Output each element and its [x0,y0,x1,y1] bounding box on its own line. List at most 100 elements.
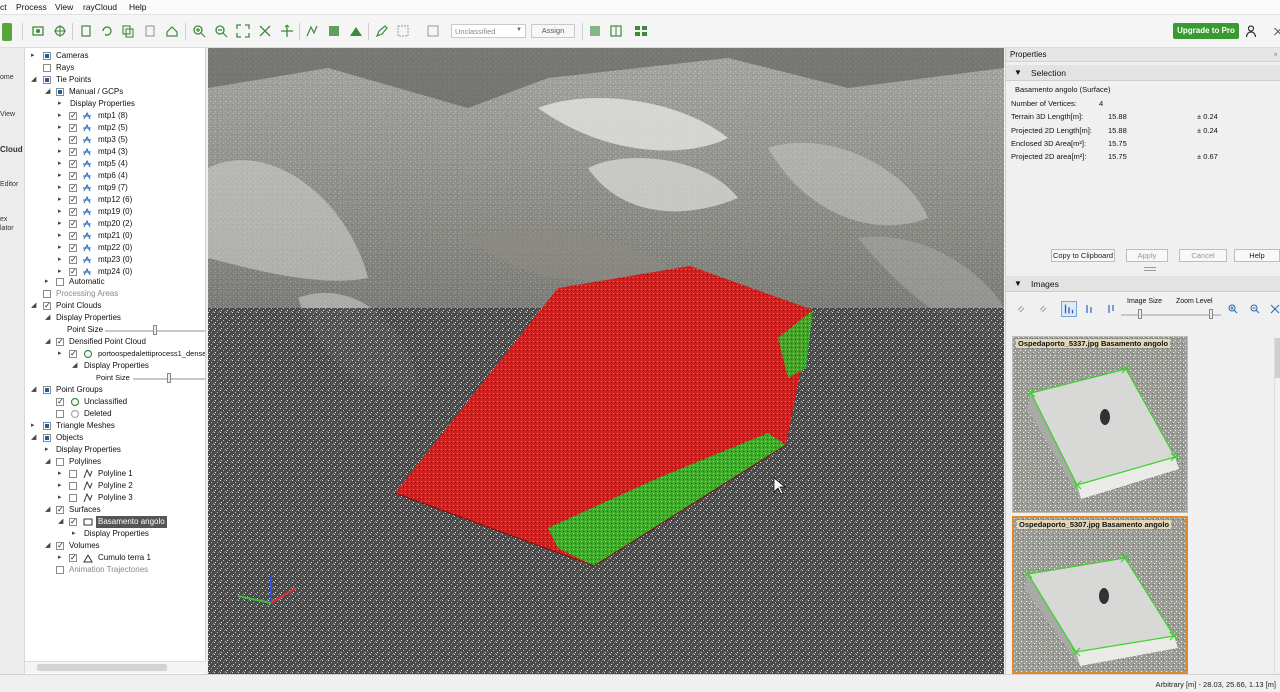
apply-button[interactable]: Apply [1126,249,1168,262]
3d-viewport[interactable] [208,48,1004,674]
class-box-icon[interactable] [426,24,440,38]
tree-row-surfaces[interactable]: ◢Surfaces [25,504,205,516]
tree-row-dense-file[interactable]: ▸ portoospedalettiprocess1_dense [25,348,205,360]
sort-descending-icon[interactable] [1106,304,1116,314]
menu-view[interactable]: View [55,2,73,12]
tree-row-surface-display-properties[interactable]: ▸ Display Properties [25,528,205,540]
zoom-in-icon[interactable] [192,24,206,38]
tree-row-cameras[interactable]: ▸ Cameras [25,50,205,62]
tree-row-mtp[interactable]: ▸mtp20 (2) [25,218,205,230]
point-size-slider-handle[interactable] [153,325,157,335]
assign-button[interactable]: Assign [531,24,575,38]
target-icon[interactable] [53,24,67,38]
point-class-select[interactable]: Unclassified ▼ [451,24,526,38]
upgrade-to-pro-button[interactable]: Upgrade to Pro [1173,23,1239,39]
tree-row-polyline-3[interactable]: ▸ Polyline 3 [25,492,205,504]
tree-row-rays[interactable]: Rays [25,62,205,74]
menu-help[interactable]: Help [129,2,146,12]
save-view-icon[interactable] [31,24,45,38]
strip-item-view[interactable]: View [0,111,15,118]
polyline-tool-icon[interactable] [305,24,319,38]
home-icon[interactable] [165,24,179,38]
tree-row-mtp[interactable]: ▸mtp3 (5) [25,134,205,146]
copy-icon[interactable] [121,24,135,38]
tree-row-polyline-1[interactable]: ▸ Polyline 1 [25,468,205,480]
tree-row-volume-item[interactable]: ▸ Cumulo terra 1 [25,552,205,564]
tree-row-mtp[interactable]: ▸mtp21 (0) [25,230,205,242]
layout-icon[interactable] [609,24,623,38]
refresh-icon[interactable] [100,24,114,38]
menu-raycloud[interactable]: rayCloud [83,2,117,12]
surface-tool-icon[interactable] [327,24,341,38]
tree-row-animation[interactable]: Animation Trajectories [25,564,205,576]
tree-row-dense-display-properties[interactable]: ◢ Display Properties [25,360,205,372]
splitter-handle[interactable] [1144,267,1156,271]
tree-row-mtp[interactable]: ▸mtp9 (7) [25,182,205,194]
images-header[interactable]: ▼ Images [1006,276,1280,292]
grid-view-icon[interactable] [634,24,648,38]
zoom-level-slider-handle[interactable] [1209,309,1213,319]
tree-row-processing-areas[interactable]: Processing Areas [25,288,205,300]
link-icon[interactable] [1016,304,1026,314]
help-button[interactable]: Help [1234,249,1280,262]
tree-row-pc-display-properties[interactable]: ◢ Display Properties [25,312,205,324]
zoom-out-icon[interactable] [1250,304,1260,314]
images-scrollbar[interactable] [1274,338,1280,674]
strip-item-editor[interactable]: Editor [0,181,18,188]
tree-row-objects[interactable]: ◢ Objects [25,432,205,444]
sort-active-icon[interactable] [1061,301,1077,317]
image-thumbnail-1[interactable]: Ospedaporto_5337.jpg Basamento angolo [1012,336,1188,513]
tree-row-densified[interactable]: ◢Densified Point Cloud [25,336,205,348]
zoom-in-icon[interactable] [1228,304,1238,314]
tree-row-point-groups[interactable]: ◢ Point Groups [25,384,205,396]
tree-row-mtp[interactable]: ▸mtp1 (8) [25,110,205,122]
tree-row-mtp[interactable]: ▸mtp4 (3) [25,146,205,158]
undock-icon[interactable]: ▫ [1274,48,1277,62]
tree-row-mtp[interactable]: ▸mtp23 (0) [25,254,205,266]
strip-item-index[interactable]: ex [0,216,7,223]
expand-icon[interactable] [258,24,272,38]
fit-view-icon[interactable] [236,24,250,38]
window-icon[interactable] [588,24,602,38]
document-icon[interactable] [143,24,157,38]
selection-icon[interactable] [396,24,410,38]
close-icon[interactable] [1271,24,1280,38]
image-thumbnail-2[interactable]: Ospedaporto_5307.jpg Basamento angolo [1012,516,1188,674]
tree-row-polylines[interactable]: ◢ Polylines [25,456,205,468]
navigate-icon[interactable] [280,24,294,38]
strip-item-home[interactable]: ome [0,74,14,81]
edit-pen-icon[interactable] [375,24,389,38]
tree-row-mtp[interactable]: ▸mtp12 (6) [25,194,205,206]
reload-icon[interactable] [79,24,93,38]
tree-row-polyline-2[interactable]: ▸ Polyline 2 [25,480,205,492]
tree-row-display-properties[interactable]: ▸ Display Properties [25,98,205,110]
menu-project[interactable]: ct [0,2,7,12]
tree-row-unclassified[interactable]: Unclassified [25,396,205,408]
tree-row-volumes[interactable]: ◢Volumes [25,540,205,552]
strip-item-calculator[interactable]: lator [0,225,14,232]
tree-row-triangle-meshes[interactable]: ▸ Triangle Meshes [25,420,205,432]
tree-row-point-clouds[interactable]: ◢Point Clouds [25,300,205,312]
tree-row-mtp[interactable]: ▸mtp2 (5) [25,122,205,134]
fit-icon[interactable] [1270,304,1280,314]
tree-horizontal-scrollbar[interactable] [25,661,206,673]
image-size-slider-handle[interactable] [1138,309,1142,319]
selection-header[interactable]: ▼ Selection [1006,65,1280,81]
point-cloud-scene[interactable] [208,48,1004,674]
user-icon[interactable] [1245,24,1259,38]
tree-row-manual-gcps[interactable]: ◢ Manual / GCPs [25,86,205,98]
tree-row-obj-display-properties[interactable]: ▸ Display Properties [25,444,205,456]
copy-to-clipboard-button[interactable]: Copy to Clipboard [1051,249,1115,262]
tree-row-mtp[interactable]: ▸mtp19 (0) [25,206,205,218]
tree-row-mtp[interactable]: ▸mtp22 (0) [25,242,205,254]
dense-point-size-slider-handle[interactable] [167,373,171,383]
tree-row-tie-points[interactable]: ◢ Tie Points [25,74,205,86]
volume-tool-icon[interactable] [349,24,363,38]
tree-row-mtp[interactable]: ▸mtp5 (4) [25,158,205,170]
tree-row-deleted[interactable]: Deleted [25,408,205,420]
zoom-out-icon[interactable] [214,24,228,38]
tree-row-mtp[interactable]: ▸mtp6 (4) [25,170,205,182]
menu-process[interactable]: Process [16,2,47,12]
tree-row-mtp[interactable]: ▸mtp24 (0) [25,266,205,278]
cancel-button[interactable]: Cancel [1179,249,1227,262]
